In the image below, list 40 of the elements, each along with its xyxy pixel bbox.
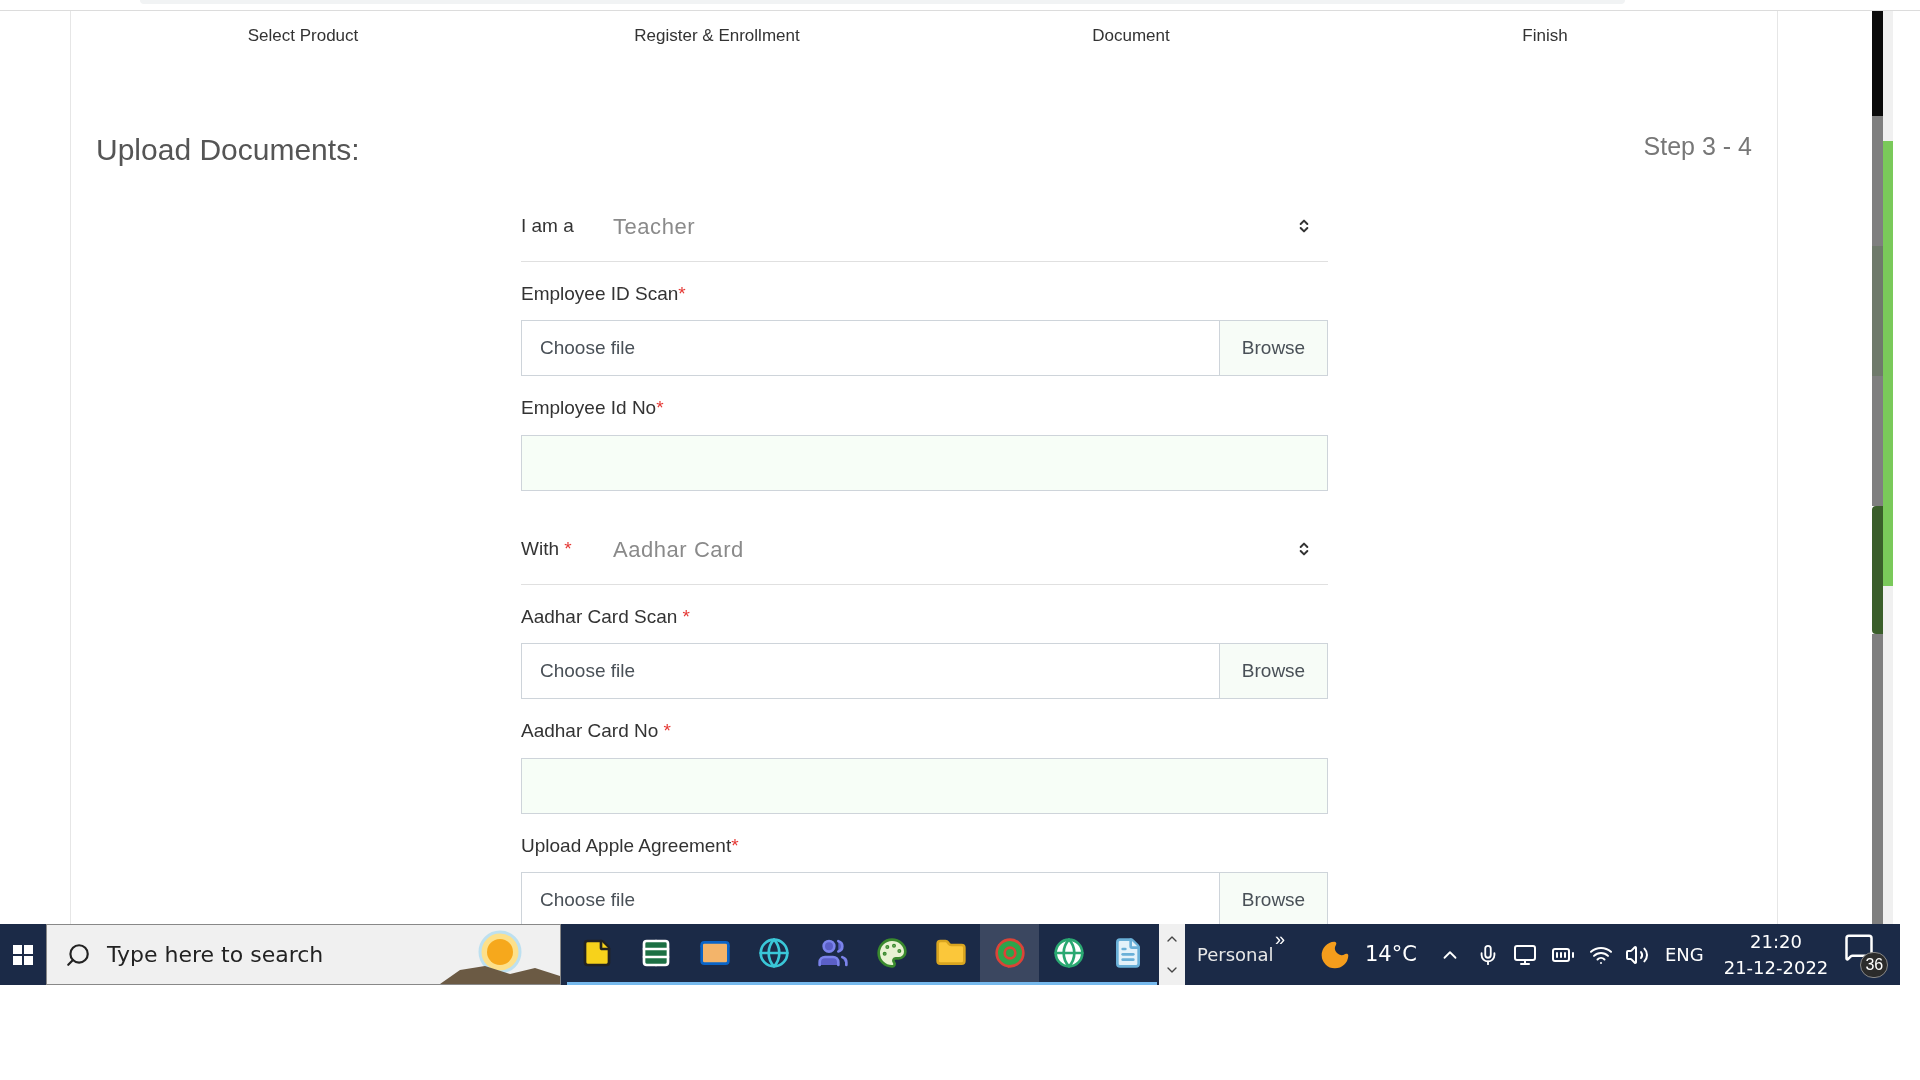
people-icon: [816, 937, 849, 969]
browser-icon: [993, 937, 1026, 969]
clock-time[interactable]: 21:20: [1750, 928, 1802, 955]
input-field[interactable]: [521, 757, 1328, 814]
field-label: Employee ID Scan*: [521, 281, 687, 306]
search-placeholder: Type here to search: [107, 941, 324, 969]
language-indicator[interactable]: ENG: [1664, 941, 1704, 968]
wizard-step-label: Finish: [1522, 25, 1568, 47]
wizard-step-label: Register & Enrollment: [634, 25, 800, 47]
field-label: Aadhar Card No *: [521, 719, 672, 743]
input-field[interactable]: [521, 434, 1328, 491]
notification-count-badge: 36: [1860, 951, 1889, 978]
field-label: Upload Apple Agreement*: [521, 833, 740, 858]
display-icon[interactable]: [1512, 942, 1537, 967]
globe-icon: [757, 937, 790, 969]
file-input[interactable]: Choose file Browse: [521, 643, 1328, 699]
file-input-placeholder: Choose file: [539, 335, 637, 360]
browse-button[interactable]: Browse: [1219, 873, 1327, 927]
browse-button[interactable]: Browse: [1219, 644, 1327, 698]
browse-button[interactable]: Browse: [1219, 321, 1327, 375]
globe-icon: [1052, 937, 1085, 969]
field-label: Aadhar Card Scan *: [521, 604, 691, 629]
expand-chevrons[interactable]: »: [1275, 926, 1285, 953]
field-label: With *: [521, 536, 573, 561]
wizard-step-label: Document: [1092, 25, 1170, 47]
wizard-step-label: Select Product: [247, 25, 359, 47]
profile-label[interactable]: Personal: [1197, 941, 1274, 968]
file-input[interactable]: Choose file Browse: [521, 320, 1328, 376]
palette-icon: [875, 937, 908, 969]
file-input-placeholder: Choose file: [539, 658, 637, 683]
clock-date[interactable]: 21-12-2022: [1723, 954, 1829, 981]
temperature[interactable]: 14°C: [1365, 938, 1417, 971]
search-icon: [65, 941, 91, 968]
windows-logo-icon: [13, 944, 33, 965]
field-label: Employee Id No*: [521, 396, 665, 420]
file-input-placeholder: Choose file: [539, 887, 637, 912]
taskbar-search-field[interactable]: Type here to search: [46, 924, 561, 985]
page-title: Upload Documents:: [96, 131, 360, 168]
step-indicator: Step 3 - 4: [1643, 131, 1752, 162]
field-label: I am a: [521, 213, 575, 238]
